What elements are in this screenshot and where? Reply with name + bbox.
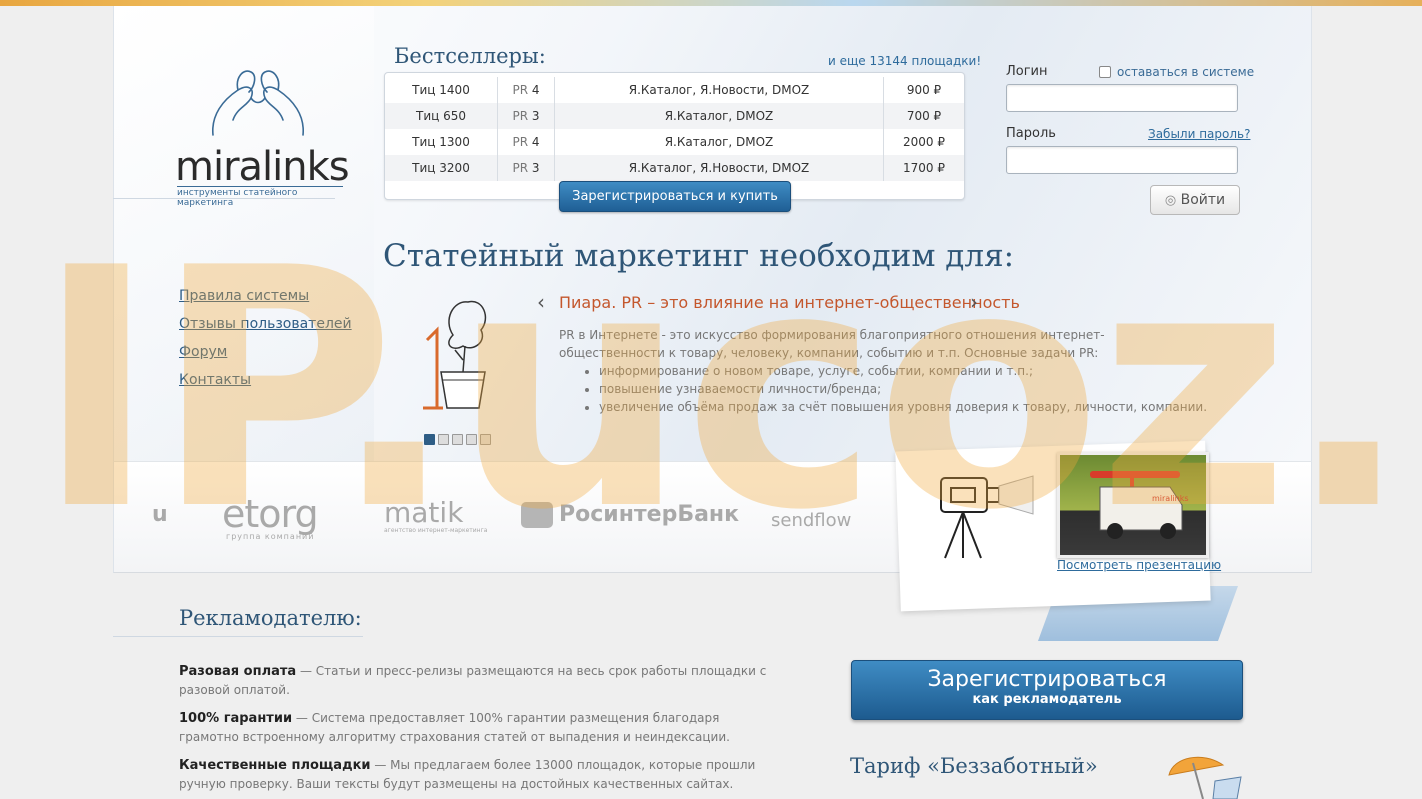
advertiser-feature: Качественные площадки — Мы предлагаем бо… bbox=[179, 756, 779, 793]
bestsellers-table: Тиц 1400 PR 4 Я.Каталог, Я.Новости, DMOZ 90… bbox=[385, 77, 964, 181]
slide-bullet: информирование о новом товаре, услуге, с… bbox=[599, 362, 1209, 380]
slide-dot[interactable] bbox=[424, 434, 435, 445]
catalogs-cell: Я.Каталог, Я.Новости, DMOZ bbox=[554, 77, 884, 103]
register-advertiser-button[interactable]: Зарегистрироваться как рекламодатель bbox=[851, 660, 1243, 720]
advertiser-feature: Разовая оплата — Статьи и пресс-релизы р… bbox=[179, 662, 779, 699]
hands-heart-icon bbox=[212, 70, 304, 136]
pr-label: PR bbox=[512, 161, 529, 175]
slide-dot[interactable] bbox=[438, 434, 449, 445]
remember-label[interactable]: оставаться в системе bbox=[1117, 65, 1254, 79]
pr-cell: PR 3 bbox=[497, 103, 555, 129]
pr-cell: PR 4 bbox=[497, 129, 555, 155]
login-input[interactable] bbox=[1006, 84, 1238, 112]
forgot-password-link[interactable]: Забыли пароль? bbox=[1148, 127, 1250, 141]
film-camera-icon bbox=[940, 475, 1034, 559]
slide-paragraph: PR в Интернете - это искусство формирова… bbox=[559, 328, 1105, 360]
partner-logo-rosinterbank-name: РосинтерБанк bbox=[559, 502, 740, 527]
plant-pot-illustration bbox=[423, 300, 487, 410]
login-label: Логин bbox=[1006, 64, 1048, 79]
page-headline: Статейный маркетинг необходим для: bbox=[383, 238, 1015, 274]
partner-logo-etorg[interactable]: etorg группа компаний bbox=[222, 492, 319, 541]
slide-bullet: увеличение объёма продаж за счёт повышен… bbox=[599, 398, 1209, 416]
pr-label: PR bbox=[512, 83, 529, 97]
tic-cell: Тиц 650 bbox=[415, 109, 466, 123]
pr-value: 4 bbox=[531, 135, 540, 149]
feature-heading: Разовая оплата bbox=[179, 664, 297, 679]
register-and-buy-button[interactable]: Зарегистрироваться и купить bbox=[559, 181, 791, 212]
logo-tagline: инструменты статейного маркетинга bbox=[177, 186, 343, 208]
menu-link-forum[interactable]: Форум bbox=[179, 344, 227, 360]
slide-bullet: повышение узнаваемости личности/бренда; bbox=[599, 380, 1209, 398]
partner-logo-rosinterbank[interactable]: РосинтерБанк bbox=[521, 502, 739, 528]
slide-dot[interactable] bbox=[480, 434, 491, 445]
pr-cell: PR 4 bbox=[497, 77, 555, 103]
presentation-thumbnail[interactable]: miralinks bbox=[1057, 452, 1209, 558]
feature-heading: 100% гарантии bbox=[179, 711, 293, 726]
slide-dot[interactable] bbox=[452, 434, 463, 445]
slide-pagination bbox=[424, 430, 494, 449]
partner-logo-1[interactable]: u bbox=[152, 502, 168, 527]
thumbnail-label: miralinks bbox=[1152, 494, 1189, 503]
catalogs-cell: Я.Каталог, DMOZ bbox=[554, 103, 884, 129]
bestseller-row[interactable]: Тиц 3200 PR 3 Я.Каталог, Я.Новости, DMOZ 17… bbox=[385, 155, 964, 181]
partner-logo-sendflow[interactable]: sendflow bbox=[771, 510, 851, 531]
password-input[interactable] bbox=[1006, 146, 1238, 174]
partner-logo-etorg-sub: группа компаний bbox=[226, 532, 315, 541]
slide-text: PR в Интернете - это искусство формирова… bbox=[559, 326, 1209, 416]
price-cell: 900 ₽ bbox=[883, 77, 964, 103]
slide-next-arrow[interactable]: › bbox=[970, 290, 978, 314]
bestseller-row[interactable]: Тиц 1400 PR 4 Я.Каталог, Я.Новости, DMOZ 90… bbox=[385, 77, 964, 103]
slide-bullets: информирование о новом товаре, услуге, с… bbox=[559, 362, 1209, 416]
pr-value: 3 bbox=[531, 109, 540, 123]
pr-label: PR bbox=[512, 135, 529, 149]
logo-wordmark: miralinks bbox=[175, 144, 350, 190]
beach-umbrella-icon bbox=[1168, 756, 1242, 799]
advertiser-title: Рекламодателю: bbox=[179, 606, 362, 630]
price-cell: 1700 ₽ bbox=[883, 155, 964, 181]
login-button[interactable]: ◎ Войти bbox=[1150, 185, 1240, 215]
tariff-title: Тариф «Беззаботный» bbox=[850, 754, 1098, 778]
pr-value: 3 bbox=[531, 161, 540, 175]
feature-heading: Качественные площадки bbox=[179, 758, 371, 773]
slide-title: Пиара. PR – это влияние на интернет-обще… bbox=[559, 293, 1020, 312]
pr-value: 4 bbox=[531, 83, 540, 97]
tic-cell: Тиц 1300 bbox=[412, 135, 470, 149]
bestseller-row[interactable]: Тиц 1300 PR 4 Я.Каталог, DMOZ 2000 ₽ bbox=[385, 129, 964, 155]
ambulance-helicopter-icon: miralinks bbox=[1090, 471, 1189, 539]
partner-logo-matik-name: matik bbox=[384, 496, 464, 529]
advertiser-feature: 100% гарантии — Система предоставляет 10… bbox=[179, 709, 779, 746]
partner-logo-etorg-name: etorg bbox=[222, 492, 319, 536]
catalogs-cell: Я.Каталог, DMOZ bbox=[554, 129, 884, 155]
partner-logo-matik[interactable]: matik агентство интернет-маркетинга bbox=[384, 496, 487, 534]
logo-divider bbox=[113, 198, 335, 199]
logo[interactable]: miralinks инструменты статейного маркети… bbox=[173, 60, 350, 208]
catalogs-cell: Я.Каталог, Я.Новости, DMOZ bbox=[554, 155, 884, 181]
register-button-main-label: Зарегистрироваться bbox=[927, 667, 1167, 692]
more-sites-link[interactable]: и еще 13144 площадки! bbox=[828, 54, 981, 68]
register-button-sub-label: как рекламодатель bbox=[972, 692, 1122, 707]
advertiser-divider bbox=[113, 636, 363, 637]
slide-prev-arrow[interactable]: ‹ bbox=[537, 290, 545, 314]
price-cell: 2000 ₽ bbox=[883, 129, 964, 155]
bestsellers-title: Бестселлеры: bbox=[394, 44, 546, 68]
slide-dot[interactable] bbox=[466, 434, 477, 445]
pr-label: PR bbox=[512, 109, 529, 123]
view-presentation-link[interactable]: Посмотреть презентацию bbox=[1057, 558, 1221, 572]
menu-link-rules[interactable]: Правила системы bbox=[179, 288, 309, 304]
price-cell: 700 ₽ bbox=[883, 103, 964, 129]
partner-logo-matik-sub: агентство интернет-маркетинга bbox=[384, 527, 488, 534]
fingerprint-icon: ◎ bbox=[1164, 193, 1177, 208]
tic-cell: Тиц 3200 bbox=[412, 161, 470, 175]
bestseller-row[interactable]: Тиц 650 PR 3 Я.Каталог, DMOZ 700 ₽ bbox=[385, 103, 964, 129]
login-button-label: Войти bbox=[1180, 192, 1226, 208]
tic-cell: Тиц 1400 bbox=[412, 83, 470, 97]
password-label: Пароль bbox=[1006, 126, 1056, 141]
menu-link-reviews[interactable]: Отзывы пользователей bbox=[179, 316, 352, 332]
menu-link-contacts[interactable]: Контакты bbox=[179, 372, 251, 388]
pr-cell: PR 3 bbox=[497, 155, 555, 181]
bank-icon bbox=[521, 502, 553, 528]
remember-checkbox[interactable] bbox=[1099, 66, 1111, 78]
page-container: miralinks инструменты статейного маркети… bbox=[113, 6, 1312, 799]
